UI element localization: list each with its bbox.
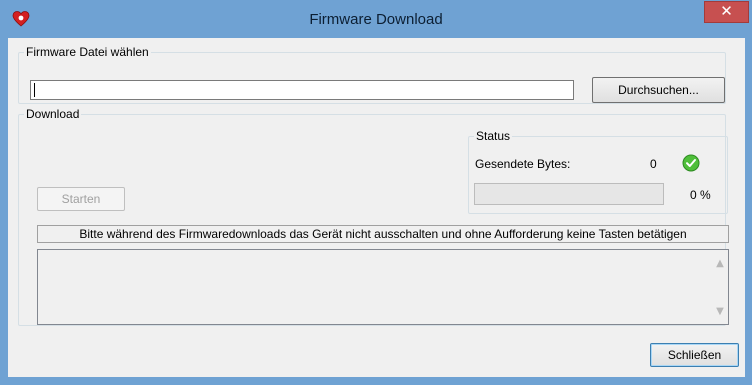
download-progress-bar [474, 183, 664, 205]
scroll-down-arrow-icon[interactable]: ▼ [714, 306, 726, 318]
browse-button[interactable]: Durchsuchen... [592, 77, 725, 103]
check-circle-icon [682, 154, 700, 172]
text-caret [34, 83, 35, 97]
log-output[interactable]: ▲ ▼ [37, 249, 729, 325]
sent-bytes-label: Gesendete Bytes: [475, 157, 571, 171]
scroll-up-arrow-icon[interactable]: ▲ [714, 258, 726, 270]
firmware-download-window: Firmware Download ✕ Firmware Datei wähle… [0, 0, 752, 385]
sent-bytes-value: 0 [650, 157, 657, 171]
progress-percent: 0 % [690, 188, 711, 202]
dialog-client-area: Firmware Datei wählen Durchsuchen... Dow… [8, 38, 745, 377]
download-legend: Download [24, 107, 82, 121]
window-close-button[interactable]: ✕ [704, 1, 749, 23]
start-button[interactable]: Starten [37, 187, 125, 211]
firmware-path-input[interactable] [30, 80, 574, 100]
status-legend: Status [474, 129, 513, 143]
warning-message: Bitte während des Firmwaredownloads das … [37, 225, 729, 243]
window-title: Firmware Download [309, 11, 443, 28]
close-button[interactable]: Schließen [650, 343, 739, 367]
firmware-file-legend: Firmware Datei wählen [24, 45, 151, 59]
title-bar[interactable]: Firmware Download ✕ [0, 0, 752, 38]
